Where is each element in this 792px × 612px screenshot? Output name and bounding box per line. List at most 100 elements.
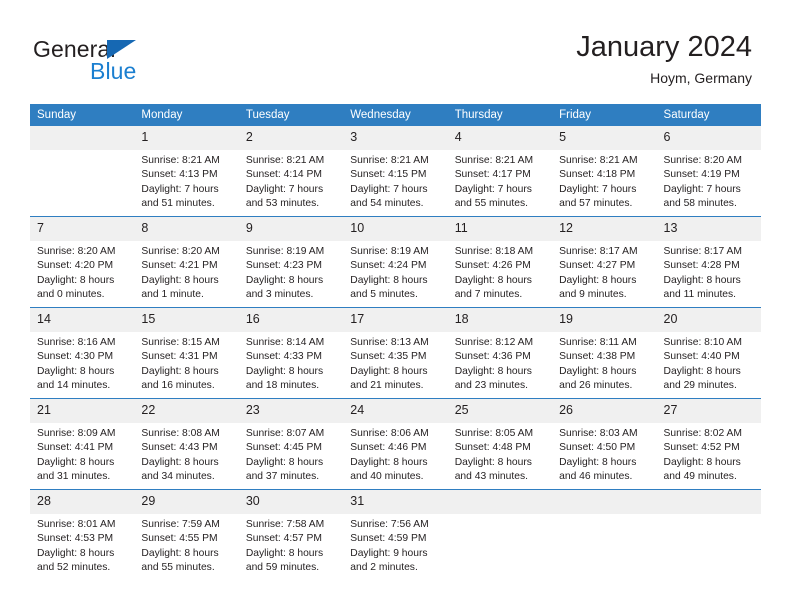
daylight-text-line1: Daylight: 8 hours	[350, 274, 428, 286]
daylight-text-line2: and 51 minutes.	[141, 197, 215, 209]
day-cell[interactable]: 12 Sunrise: 8:17 AM Sunset: 4:27 PM Dayl…	[552, 216, 657, 308]
sunrise-sunset-calendar: Sunday Monday Tuesday Wednesday Thursday…	[30, 104, 761, 580]
day-cell[interactable]: 26 Sunrise: 8:03 AM Sunset: 4:50 PM Dayl…	[552, 398, 657, 490]
day-cell[interactable]	[552, 489, 657, 580]
sunset-text: Sunset: 4:23 PM	[245, 260, 322, 272]
sunrise-text: Sunrise: 8:09 AM	[37, 428, 116, 439]
daylight-text-line2: and 58 minutes.	[663, 197, 737, 209]
day-number: 16	[238, 308, 344, 332]
day-cell[interactable]: 11 Sunrise: 8:18 AM Sunset: 4:26 PM Dayl…	[447, 216, 553, 308]
sunrise-text: Sunrise: 8:18 AM	[454, 246, 534, 257]
day-number: 7	[30, 217, 135, 241]
day-cell[interactable]: 3 Sunrise: 8:21 AM Sunset: 4:15 PM Dayli…	[343, 126, 448, 217]
daylight-text-line1: Daylight: 8 hours	[37, 456, 115, 468]
week-row: 1 Sunrise: 8:21 AM Sunset: 4:13 PM Dayli…	[30, 126, 761, 217]
sunset-text: Sunset: 4:48 PM	[454, 442, 531, 454]
day-details: Sunrise: 8:20 AM Sunset: 4:21 PM Dayligh…	[134, 241, 238, 302]
day-cell[interactable]: 2 Sunrise: 8:21 AM Sunset: 4:14 PM Dayli…	[238, 126, 344, 217]
daylight-text-line1: Daylight: 8 hours	[663, 365, 741, 377]
day-cell[interactable]: 15 Sunrise: 8:15 AM Sunset: 4:31 PM Dayl…	[134, 307, 239, 399]
daylight-text-line1: Daylight: 8 hours	[37, 274, 115, 286]
daylight-text-line1: Daylight: 8 hours	[245, 547, 324, 559]
daylight-text-line1: Daylight: 7 hours	[663, 183, 741, 195]
day-details: Sunrise: 7:56 AM Sunset: 4:59 PM Dayligh…	[343, 514, 447, 575]
day-cell[interactable]: 18 Sunrise: 8:12 AM Sunset: 4:36 PM Dayl…	[447, 307, 553, 399]
daylight-text-line2: and 40 minutes.	[350, 470, 424, 482]
daylight-text-line1: Daylight: 8 hours	[37, 547, 115, 559]
daylight-text-line2: and 29 minutes.	[663, 379, 737, 391]
weekday-header-friday: Friday	[552, 104, 657, 126]
day-number: 3	[343, 126, 448, 150]
day-cell[interactable]: 19 Sunrise: 8:11 AM Sunset: 4:38 PM Dayl…	[552, 307, 657, 399]
day-cell[interactable]: 8 Sunrise: 8:20 AM Sunset: 4:21 PM Dayli…	[134, 216, 239, 308]
day-details: Sunrise: 8:11 AM Sunset: 4:38 PM Dayligh…	[552, 332, 656, 393]
daylight-text-line2: and 37 minutes.	[245, 470, 320, 482]
daylight-text-line2: and 57 minutes.	[559, 197, 633, 209]
daylight-text-line2: and 2 minutes.	[350, 561, 418, 573]
daylight-text-line1: Daylight: 9 hours	[350, 547, 428, 559]
day-cell[interactable]: 9 Sunrise: 8:19 AM Sunset: 4:23 PM Dayli…	[238, 216, 344, 308]
day-details: Sunrise: 8:14 AM Sunset: 4:33 PM Dayligh…	[239, 332, 343, 393]
daylight-text-line1: Daylight: 8 hours	[141, 365, 219, 377]
day-number: 30	[238, 490, 344, 514]
day-cell[interactable]: 16 Sunrise: 8:14 AM Sunset: 4:33 PM Dayl…	[238, 307, 344, 399]
day-number: 8	[134, 217, 239, 241]
day-number: 13	[656, 217, 761, 241]
day-cell[interactable]: 30 Sunrise: 7:58 AM Sunset: 4:57 PM Dayl…	[238, 489, 344, 580]
day-number: 15	[134, 308, 239, 332]
daylight-text-line1: Daylight: 8 hours	[454, 456, 532, 468]
day-details: Sunrise: 8:17 AM Sunset: 4:28 PM Dayligh…	[657, 241, 761, 302]
sunset-text: Sunset: 4:26 PM	[454, 260, 531, 272]
day-cell[interactable]: 4 Sunrise: 8:21 AM Sunset: 4:17 PM Dayli…	[447, 126, 553, 217]
daylight-text-line2: and 54 minutes.	[350, 197, 424, 209]
day-number: 22	[134, 399, 239, 423]
day-cell[interactable]	[656, 489, 761, 580]
day-cell[interactable]: 23 Sunrise: 8:07 AM Sunset: 4:45 PM Dayl…	[238, 398, 344, 490]
day-cell[interactable]: 22 Sunrise: 8:08 AM Sunset: 4:43 PM Dayl…	[134, 398, 239, 490]
sunrise-text: Sunrise: 8:08 AM	[141, 428, 220, 439]
day-cell[interactable]	[447, 489, 553, 580]
day-cell[interactable]: 14 Sunrise: 8:16 AM Sunset: 4:30 PM Dayl…	[30, 307, 135, 399]
day-cell[interactable]: 28 Sunrise: 8:01 AM Sunset: 4:53 PM Dayl…	[30, 489, 135, 580]
sunset-text: Sunset: 4:18 PM	[559, 169, 636, 181]
sunrise-text: Sunrise: 8:21 AM	[350, 155, 429, 166]
day-details: Sunrise: 8:21 AM Sunset: 4:15 PM Dayligh…	[343, 150, 447, 211]
weekday-header-monday: Monday	[134, 104, 239, 126]
daylight-text-line2: and 26 minutes.	[559, 379, 633, 391]
day-cell[interactable]: 10 Sunrise: 8:19 AM Sunset: 4:24 PM Dayl…	[343, 216, 448, 308]
day-cell[interactable]: 31 Sunrise: 7:56 AM Sunset: 4:59 PM Dayl…	[343, 489, 448, 580]
day-cell[interactable]: 27 Sunrise: 8:02 AM Sunset: 4:52 PM Dayl…	[656, 398, 761, 490]
triangle-icon	[107, 40, 136, 59]
day-number: 9	[238, 217, 344, 241]
sunset-text: Sunset: 4:15 PM	[350, 169, 427, 181]
day-number: 27	[656, 399, 761, 423]
day-cell[interactable]: 25 Sunrise: 8:05 AM Sunset: 4:48 PM Dayl…	[447, 398, 553, 490]
day-details: Sunrise: 8:21 AM Sunset: 4:18 PM Dayligh…	[552, 150, 656, 211]
day-details: Sunrise: 8:01 AM Sunset: 4:53 PM Dayligh…	[30, 514, 134, 575]
sunset-text: Sunset: 4:28 PM	[663, 260, 740, 272]
day-cell[interactable]: 24 Sunrise: 8:06 AM Sunset: 4:46 PM Dayl…	[343, 398, 448, 490]
daylight-text-line1: Daylight: 7 hours	[141, 183, 219, 195]
weekday-header-thursday: Thursday	[447, 104, 553, 126]
day-details: Sunrise: 8:19 AM Sunset: 4:23 PM Dayligh…	[239, 241, 343, 302]
day-cell[interactable]: 29 Sunrise: 7:59 AM Sunset: 4:55 PM Dayl…	[134, 489, 239, 580]
day-cell[interactable]: 7 Sunrise: 8:20 AM Sunset: 4:20 PM Dayli…	[30, 216, 135, 308]
week-row: 7 Sunrise: 8:20 AM Sunset: 4:20 PM Dayli…	[30, 216, 761, 308]
sunrise-text: Sunrise: 8:07 AM	[245, 428, 325, 439]
day-number	[656, 490, 761, 514]
general-blue-logo[interactable]: General Blue	[33, 36, 233, 88]
daylight-text-line1: Daylight: 8 hours	[37, 365, 115, 377]
sunset-text: Sunset: 4:13 PM	[141, 169, 218, 181]
day-cell[interactable]	[30, 126, 135, 217]
day-cell[interactable]: 6 Sunrise: 8:20 AM Sunset: 4:19 PM Dayli…	[656, 126, 761, 217]
day-cell[interactable]: 20 Sunrise: 8:10 AM Sunset: 4:40 PM Dayl…	[656, 307, 761, 399]
sunrise-text: Sunrise: 7:56 AM	[350, 519, 429, 530]
day-cell[interactable]: 1 Sunrise: 8:21 AM Sunset: 4:13 PM Dayli…	[134, 126, 239, 217]
day-cell[interactable]: 21 Sunrise: 8:09 AM Sunset: 4:41 PM Dayl…	[30, 398, 135, 490]
day-number: 10	[343, 217, 448, 241]
sunrise-text: Sunrise: 8:05 AM	[454, 428, 534, 439]
day-cell[interactable]: 17 Sunrise: 8:13 AM Sunset: 4:35 PM Dayl…	[343, 307, 448, 399]
day-cell[interactable]: 5 Sunrise: 8:21 AM Sunset: 4:18 PM Dayli…	[552, 126, 657, 217]
day-cell[interactable]: 13 Sunrise: 8:17 AM Sunset: 4:28 PM Dayl…	[656, 216, 761, 308]
sunset-text: Sunset: 4:17 PM	[454, 169, 531, 181]
